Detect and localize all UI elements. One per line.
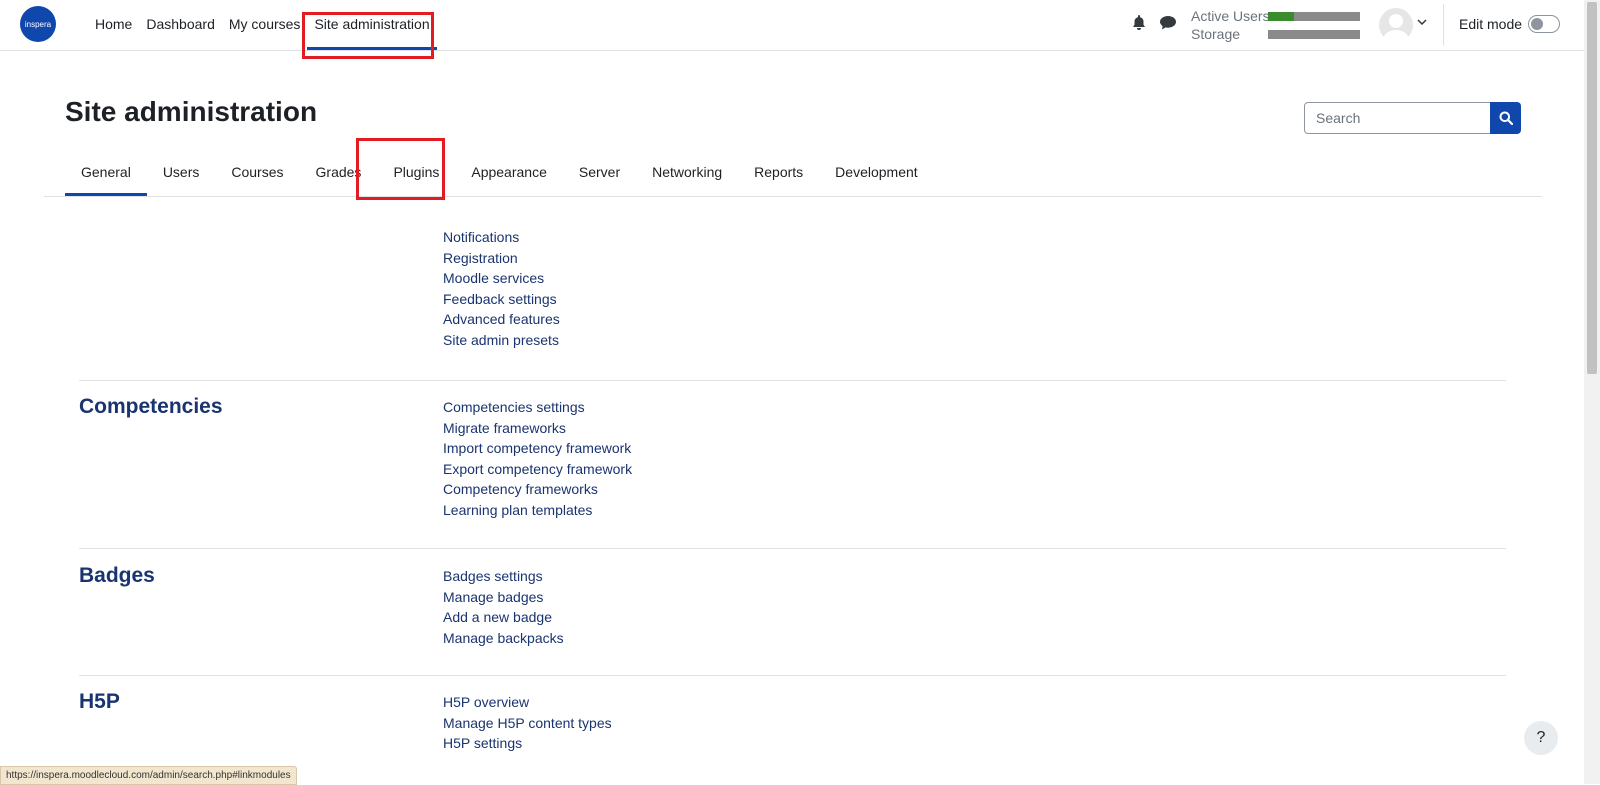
top-navbar: inspera Home Dashboard My courses Site a…: [0, 0, 1584, 51]
link-competencies-settings[interactable]: Competencies settings: [443, 397, 632, 418]
tabs-divider: [44, 196, 1542, 197]
tab-plugins[interactable]: Plugins: [377, 150, 455, 196]
messages-chat-icon[interactable]: [1160, 15, 1176, 31]
admin-search-button[interactable]: [1490, 102, 1521, 134]
notifications-bell-icon[interactable]: [1131, 15, 1147, 31]
search-icon: [1499, 111, 1513, 125]
tab-reports[interactable]: Reports: [738, 150, 819, 196]
tab-networking[interactable]: Networking: [636, 150, 738, 196]
link-manage-badges[interactable]: Manage badges: [443, 587, 564, 608]
nav-dashboard[interactable]: Dashboard: [139, 0, 222, 50]
link-add-new-badge[interactable]: Add a new badge: [443, 607, 564, 628]
tab-development[interactable]: Development: [819, 150, 934, 196]
link-migrate-frameworks[interactable]: Migrate frameworks: [443, 418, 632, 439]
admin-search-input[interactable]: [1304, 102, 1491, 134]
tab-users[interactable]: Users: [147, 150, 216, 196]
active-users-bar-fill: [1268, 12, 1294, 21]
primary-navigation: Home Dashboard My courses Site administr…: [88, 0, 437, 50]
link-moodle-services[interactable]: Moodle services: [443, 268, 560, 289]
section-title-badges: Badges: [79, 564, 155, 587]
section-links: Notifications Registration Moodle servic…: [443, 227, 560, 351]
link-advanced-features[interactable]: Advanced features: [443, 309, 560, 330]
section-links: Badges settings Manage badges Add a new …: [443, 566, 564, 648]
storage-bar: [1268, 30, 1360, 39]
page-title: Site administration: [65, 96, 318, 127]
edit-mode-toggle[interactable]: [1528, 15, 1560, 33]
navbar-divider: [1443, 4, 1444, 46]
section-title-h5p: H5P: [79, 690, 120, 713]
tab-grades[interactable]: Grades: [300, 150, 378, 196]
nav-my-courses[interactable]: My courses: [222, 0, 308, 50]
user-silhouette-icon: [1382, 14, 1410, 42]
section-title-competencies: Competencies: [79, 395, 223, 418]
tab-server[interactable]: Server: [563, 150, 636, 196]
link-export-competency-framework[interactable]: Export competency framework: [443, 459, 632, 480]
storage-label: Storage: [1191, 26, 1241, 42]
section-divider: [79, 380, 1506, 381]
link-import-competency-framework[interactable]: Import competency framework: [443, 438, 632, 459]
link-site-admin-presets[interactable]: Site admin presets: [443, 330, 560, 351]
link-registration[interactable]: Registration: [443, 248, 560, 269]
link-badges-settings[interactable]: Badges settings: [443, 566, 564, 587]
help-icon: ?: [1536, 729, 1546, 746]
active-users-bar: [1268, 12, 1360, 21]
link-competency-frameworks[interactable]: Competency frameworks: [443, 479, 632, 500]
usage-labels: Active Users Storage: [1191, 7, 1270, 43]
user-avatar[interactable]: [1379, 8, 1413, 42]
scrollbar-thumb[interactable]: [1587, 2, 1597, 374]
link-h5p-overview[interactable]: H5P overview: [443, 692, 612, 713]
link-feedback-settings[interactable]: Feedback settings: [443, 289, 560, 310]
section-links: H5P overview Manage H5P content types H5…: [443, 692, 612, 754]
tab-general[interactable]: General: [65, 150, 147, 196]
link-manage-backpacks[interactable]: Manage backpacks: [443, 628, 564, 649]
link-notifications[interactable]: Notifications: [443, 227, 560, 248]
logo-text: inspera: [24, 19, 52, 29]
tab-courses[interactable]: Courses: [215, 150, 299, 196]
browser-status-url: https://inspera.moodlecloud.com/admin/se…: [0, 766, 297, 785]
user-menu-chevron-down-icon[interactable]: [1417, 17, 1427, 27]
active-users-label: Active Users: [1191, 8, 1270, 24]
admin-category-tabs: General Users Courses Grades Plugins App…: [65, 150, 934, 196]
edit-mode-label: Edit mode: [1459, 16, 1523, 32]
nav-site-administration[interactable]: Site administration: [307, 0, 437, 50]
link-learning-plan-templates[interactable]: Learning plan templates: [443, 500, 632, 521]
section-divider: [79, 675, 1506, 676]
page-scrollbar[interactable]: [1584, 0, 1600, 784]
site-logo[interactable]: inspera: [20, 6, 56, 42]
help-button[interactable]: ?: [1524, 721, 1558, 755]
toggle-knob: [1531, 18, 1543, 30]
section-links: Competencies settings Migrate frameworks…: [443, 397, 632, 521]
link-h5p-settings[interactable]: H5P settings: [443, 733, 612, 754]
tab-appearance[interactable]: Appearance: [455, 150, 563, 196]
nav-home[interactable]: Home: [88, 0, 139, 50]
section-divider: [79, 548, 1506, 549]
link-manage-h5p-content-types[interactable]: Manage H5P content types: [443, 713, 612, 734]
